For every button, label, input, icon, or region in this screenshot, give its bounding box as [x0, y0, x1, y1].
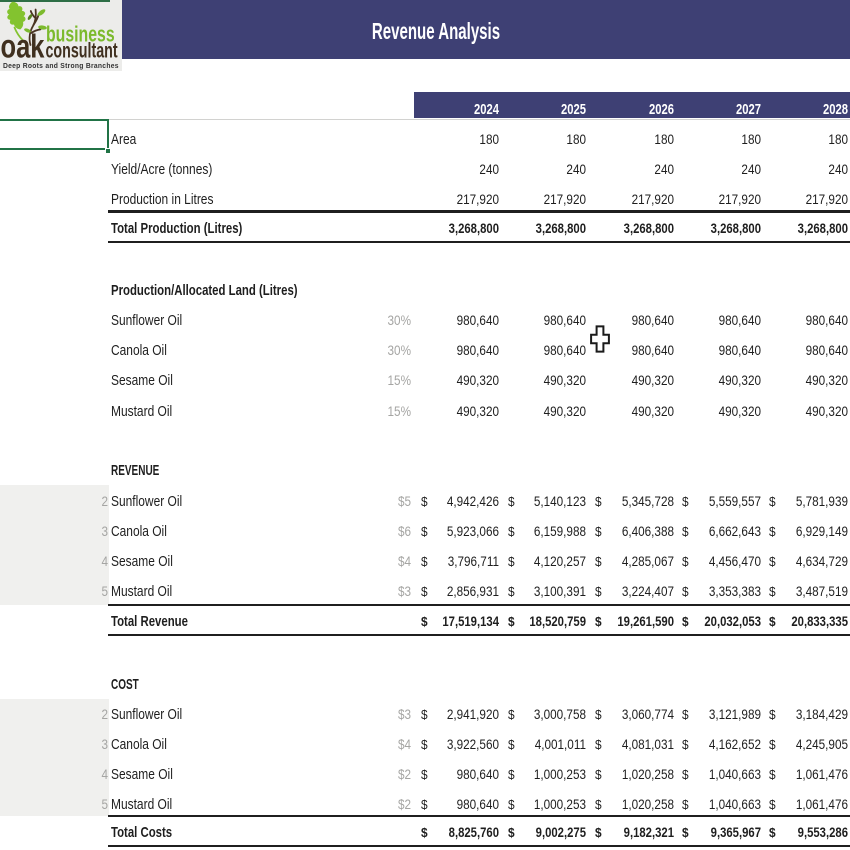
svg-text:Deep Roots and Strong Branches: Deep Roots and Strong Branches [3, 61, 119, 71]
svg-text:consultant: consultant [46, 39, 118, 62]
